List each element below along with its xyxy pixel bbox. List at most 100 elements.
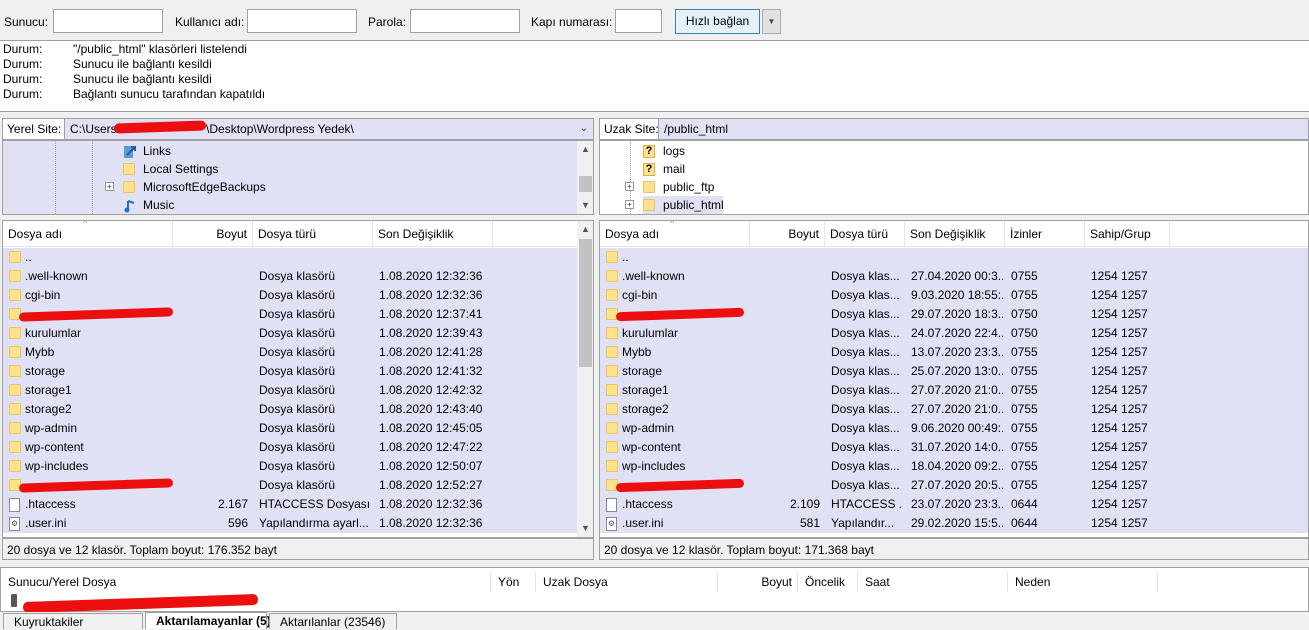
- file-row[interactable]: .well-known Dosya klas... 27.04.2020 00:3.…: [600, 267, 1308, 286]
- col-size[interactable]: Boyut: [718, 572, 798, 592]
- file-row[interactable]: storage1 Dosya klas... 27.07.2020 21:0... 0…: [600, 381, 1308, 400]
- col-size[interactable]: Boyut: [750, 221, 825, 247]
- scroll-down-icon[interactable]: ▼: [577, 197, 593, 214]
- links-icon: [123, 145, 137, 158]
- cell-modified: 29.07.2020 18:3...: [911, 307, 1003, 321]
- col-name[interactable]: Dosya adı: [3, 221, 173, 247]
- tab-successful[interactable]: Aktarılanlar (23546): [269, 613, 397, 629]
- cell-modified: 27.07.2020 21:0...: [911, 402, 1003, 416]
- remote-file-list[interactable]: Dosya adı Boyut Dosya türü Son Değişikli…: [599, 220, 1309, 538]
- col-reason[interactable]: Neden: [1008, 572, 1158, 592]
- cell-type: Dosya klasörü: [259, 440, 336, 454]
- cell-name: kurulumlar: [25, 326, 82, 340]
- file-row[interactable]: .htaccess 2.167 HTACCESS Dosyası 1.08.2020 …: [3, 495, 577, 514]
- file-row[interactable]: kurulumlar Dosya klas... 24.07.2020 22:4..…: [600, 324, 1308, 343]
- col-name[interactable]: Dosya adı: [600, 221, 750, 247]
- col-modified[interactable]: Son Değişiklik: [905, 221, 1005, 247]
- tab-failed[interactable]: Aktarılamayanlar (5): [145, 612, 271, 629]
- file-row[interactable]: .htaccess 2.109 HTACCESS ... 23.07.2020 23:…: [600, 495, 1308, 514]
- quickconnect-history-dropdown[interactable]: ▼: [762, 9, 781, 34]
- file-row[interactable]: wp-includes Dosya klasörü 1.08.2020 12:50:…: [3, 457, 577, 476]
- cell-type: Dosya klas...: [831, 307, 900, 321]
- scroll-up-icon[interactable]: ▲: [577, 221, 593, 238]
- col-remote-file[interactable]: Uzak Dosya: [536, 572, 718, 592]
- col-size[interactable]: Boyut: [173, 221, 253, 247]
- cell-owner: 1254 1257: [1091, 402, 1148, 416]
- local-file-list[interactable]: Dosya adı Boyut Dosya türü Son Değişikli…: [2, 220, 594, 538]
- cell-perms: 0755: [1011, 459, 1038, 473]
- file-row[interactable]: wp-content Dosya klas... 31.07.2020 14:0..…: [600, 438, 1308, 457]
- file-row[interactable]: storage2 Dosya klasörü 1.08.2020 12:43:40: [3, 400, 577, 419]
- port-input[interactable]: [615, 9, 662, 33]
- file-row[interactable]: wp-includes Dosya klas... 18.04.2020 09:2.…: [600, 457, 1308, 476]
- cell-modified: 1.08.2020 12:32:36: [379, 269, 483, 283]
- file-row[interactable]: cgi-bin Dosya klas... 9.03.2020 18:55:... 0…: [600, 286, 1308, 305]
- username-input[interactable]: [247, 9, 357, 33]
- col-owner[interactable]: Sahip/Grup: [1085, 221, 1170, 247]
- local-list-scrollbar[interactable]: ▲ ▼: [577, 221, 593, 537]
- cell-type: Dosya klas...: [831, 364, 900, 378]
- cell-modified: 1.08.2020 12:32:36: [379, 497, 483, 511]
- cell-type: Dosya klasörü: [259, 478, 336, 492]
- file-row[interactable]: storage2 Dosya klas... 27.07.2020 21:0... 0…: [600, 400, 1308, 419]
- tree-item-selected[interactable]: + public_html: [625, 196, 724, 214]
- quickconnect-button[interactable]: Hızlı bağlan: [675, 9, 760, 34]
- col-type[interactable]: Dosya türü: [825, 221, 905, 247]
- unknown-folder-icon: ?: [643, 145, 655, 158]
- file-row[interactable]: Mybb Dosya klas... 13.07.2020 23:3... 0755 1…: [600, 343, 1308, 362]
- scroll-up-icon[interactable]: ▲: [577, 141, 593, 158]
- file-row[interactable]: storage Dosya klas... 25.07.2020 13:0... 07…: [600, 362, 1308, 381]
- cell-type: Dosya klasörü: [259, 288, 336, 302]
- cell-type: Dosya klasörü: [259, 345, 336, 359]
- cell-modified: 13.07.2020 23:3...: [911, 345, 1003, 359]
- file-row[interactable]: storage Dosya klasörü 1.08.2020 12:41:32: [3, 362, 577, 381]
- cell-perms: 0644: [1011, 516, 1038, 530]
- file-row[interactable]: .well-known Dosya klasörü 1.08.2020 12:32:…: [3, 267, 577, 286]
- file-row[interactable]: ..: [600, 248, 1308, 267]
- file-row[interactable]: Dosya klas... 27.07.2020 20:5... 0755 1254 …: [600, 476, 1308, 495]
- password-input[interactable]: [410, 9, 520, 33]
- col-modified[interactable]: Son Değişiklik: [373, 221, 493, 247]
- message-log[interactable]: Durum: "/public_html" klasörleri listelen…: [0, 40, 1309, 112]
- host-input[interactable]: [53, 9, 163, 33]
- file-row[interactable]: ⚙ .user.ini 581 Yapılandır... 29.02.2020 15:…: [600, 514, 1308, 533]
- scroll-down-icon[interactable]: ▼: [577, 520, 593, 537]
- cell-name: wp-content: [25, 440, 84, 454]
- tab-queued[interactable]: Kuyruktakiler: [3, 613, 143, 629]
- cell-modified: 1.08.2020 12:39:43: [379, 326, 483, 340]
- col-permissions[interactable]: İzinler: [1005, 221, 1085, 247]
- remote-path-input[interactable]: /public_html: [658, 118, 1309, 140]
- folder-icon: [606, 346, 618, 358]
- local-tree-scrollbar[interactable]: ▲ ▼: [577, 141, 593, 214]
- expand-icon[interactable]: +: [625, 200, 634, 209]
- file-row[interactable]: wp-admin Dosya klasörü 1.08.2020 12:45:05: [3, 419, 577, 438]
- file-row[interactable]: ⚙ .user.ini 596 Yapılandırma ayarl... 1.08.2…: [3, 514, 577, 533]
- col-type[interactable]: Dosya türü: [253, 221, 373, 247]
- cell-perms: 0755: [1011, 402, 1038, 416]
- file-row[interactable]: storage1 Dosya klasörü 1.08.2020 12:42:32: [3, 381, 577, 400]
- file-row[interactable]: ..: [3, 248, 577, 267]
- chevron-down-icon[interactable]: ⌄: [580, 119, 588, 139]
- expand-icon[interactable]: +: [625, 182, 634, 191]
- cell-name: storage: [622, 364, 663, 378]
- cell-owner: 1254 1257: [1091, 364, 1148, 378]
- local-list-header: Dosya adı Boyut Dosya türü Son Değişikli…: [3, 221, 577, 247]
- file-row[interactable]: Dosya klasörü 1.08.2020 12:37:41: [3, 305, 577, 324]
- file-row[interactable]: cgi-bin Dosya klasörü 1.08.2020 12:32:36: [3, 286, 577, 305]
- file-row[interactable]: Dosya klasörü 1.08.2020 12:52:27: [3, 476, 577, 495]
- folder-icon: [606, 460, 618, 472]
- file-row[interactable]: kurulumlar Dosya klasörü 1.08.2020 12:39:4…: [3, 324, 577, 343]
- transfer-queue[interactable]: Sunucu/Yerel Dosya Yön Uzak Dosya Boyut …: [0, 567, 1309, 614]
- col-priority[interactable]: Öncelik: [798, 572, 858, 592]
- col-server-local-file[interactable]: Sunucu/Yerel Dosya: [1, 572, 491, 592]
- col-time[interactable]: Saat: [858, 572, 1008, 592]
- cell-name: cgi-bin: [25, 288, 61, 302]
- file-row[interactable]: Dosya klas... 29.07.2020 18:3... 0750 1254 …: [600, 305, 1308, 324]
- file-row[interactable]: wp-content Dosya klasörü 1.08.2020 12:47:2…: [3, 438, 577, 457]
- cell-type: Dosya klasörü: [259, 402, 336, 416]
- cell-name: .user.ini: [622, 516, 664, 530]
- file-row[interactable]: wp-admin Dosya klas... 9.06.2020 00:49:...…: [600, 419, 1308, 438]
- col-direction[interactable]: Yön: [491, 572, 536, 592]
- file-row[interactable]: Mybb Dosya klasörü 1.08.2020 12:41:28: [3, 343, 577, 362]
- expand-icon[interactable]: +: [105, 182, 114, 191]
